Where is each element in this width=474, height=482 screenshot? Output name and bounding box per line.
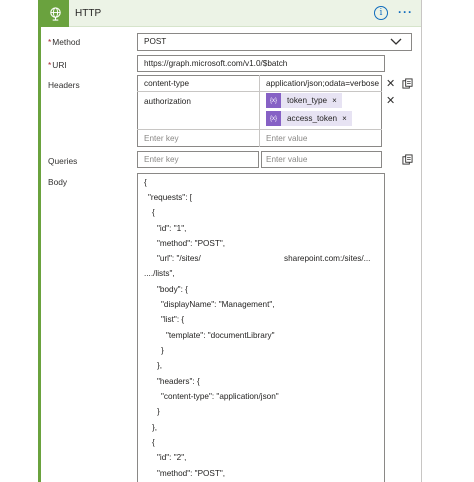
code-line: "url": "/sites/ <box>157 254 201 263</box>
header-value-input[interactable]: Enter value <box>266 134 307 143</box>
method-label-text: Method <box>52 37 81 47</box>
token-label: access_token <box>287 114 338 123</box>
action-header[interactable]: HTTP i ··· <box>41 0 421 27</box>
chevron-down-icon[interactable] <box>390 37 402 46</box>
code-line: "headers": { <box>157 377 200 386</box>
switch-to-text-mode-icon[interactable] <box>402 154 413 165</box>
token-label: token_type <box>287 96 328 105</box>
headers-row-divider <box>137 129 382 130</box>
code-line: "method": "POST", <box>157 239 226 248</box>
header-key-input[interactable]: Enter key <box>144 134 179 143</box>
code-line: } <box>157 407 160 416</box>
code-line: { <box>152 208 155 217</box>
body-label: Body <box>48 177 68 187</box>
method-value: POST <box>144 37 167 46</box>
code-line: "template": "documentLibrary" <box>166 331 275 340</box>
globe-icon-svg <box>49 7 61 21</box>
card-right-border <box>421 0 422 482</box>
code-line: ..../lists", <box>144 269 175 278</box>
method-dropdown[interactable] <box>137 33 412 51</box>
header-key-cell[interactable]: content-type <box>144 79 189 88</box>
headers-column-divider <box>259 75 260 147</box>
expression-icon: {x} <box>266 111 281 126</box>
query-value-placeholder: Enter value <box>266 155 308 164</box>
code-line: { <box>144 178 147 187</box>
code-line: sharepoint.com:/sites/... <box>284 254 371 263</box>
code-line: "displayName": "Management", <box>161 300 275 309</box>
remove-header-icon[interactable]: ✕ <box>386 79 395 90</box>
code-line: "list": { <box>161 315 185 324</box>
code-line: "id": "2", <box>157 453 187 462</box>
queries-label: Queries <box>48 156 78 166</box>
code-line: "method": "POST", <box>157 469 226 478</box>
dynamic-content-token[interactable]: {x} access_token × <box>266 111 352 126</box>
code-line: } <box>161 346 164 355</box>
headers-row-divider <box>137 91 382 92</box>
remove-header-icon[interactable]: ✕ <box>386 96 395 107</box>
method-label: *Method <box>48 37 80 47</box>
dynamic-content-token[interactable]: {x} token_type × <box>266 93 342 108</box>
code-line: "content-type": "application/json" <box>161 392 279 401</box>
code-line: "body": { <box>157 285 188 294</box>
required-marker: * <box>48 60 52 70</box>
query-key-placeholder: Enter key <box>144 155 179 164</box>
header-key-cell[interactable]: authorization <box>144 97 191 106</box>
body-editor[interactable] <box>137 173 385 482</box>
info-icon[interactable]: i <box>374 6 388 20</box>
required-marker: * <box>48 37 52 47</box>
uri-label-text: URI <box>52 60 67 70</box>
remove-token-icon[interactable]: × <box>342 114 352 123</box>
switch-to-text-mode-icon[interactable] <box>402 78 413 89</box>
code-line: }, <box>157 361 163 370</box>
code-line: }, <box>152 423 158 432</box>
more-options-icon[interactable]: ··· <box>398 5 413 19</box>
expression-icon: {x} <box>266 93 281 108</box>
globe-icon <box>41 0 69 27</box>
uri-value: https://graph.microsoft.com/v1.0/$batch <box>144 59 288 68</box>
code-line: "requests": [ <box>148 193 193 202</box>
uri-label: *URI <box>48 60 67 70</box>
header-value-cell[interactable]: application/json;odata=verbose <box>266 79 379 88</box>
headers-label: Headers <box>48 80 80 90</box>
card-accent-border <box>38 0 41 482</box>
code-line: "id": "1", <box>157 224 187 233</box>
action-title[interactable]: HTTP <box>75 8 101 19</box>
code-line: { <box>152 438 155 447</box>
remove-token-icon[interactable]: × <box>332 96 342 105</box>
